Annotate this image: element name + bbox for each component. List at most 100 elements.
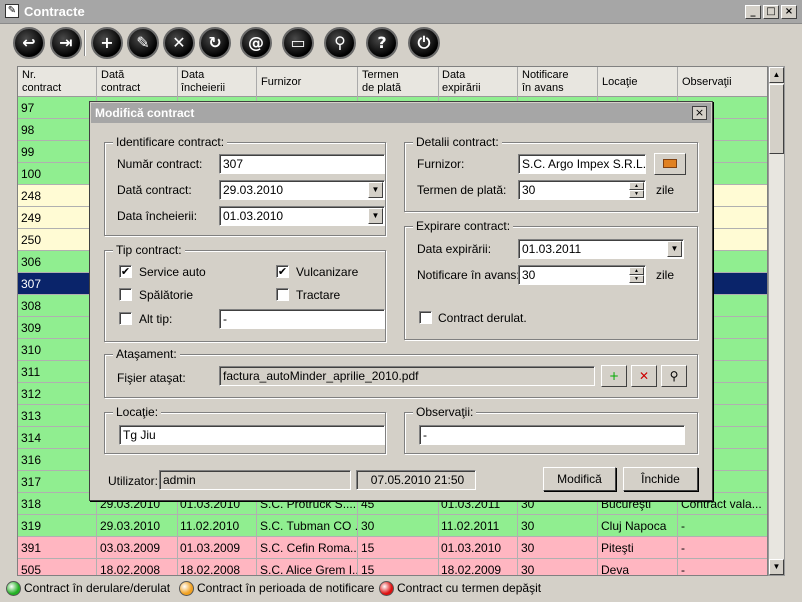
group-caption: Detalii contract: bbox=[413, 135, 502, 149]
expiry-date-picker[interactable]: 01.03.2011 ▼ bbox=[518, 239, 684, 259]
dialog-titlebar: Modifică contract × bbox=[91, 103, 711, 123]
vulcanizare-checkbox[interactable]: ✔ bbox=[276, 265, 289, 278]
add-attachment-button[interactable]: + bbox=[601, 365, 627, 387]
back-button[interactable]: ↩ bbox=[13, 27, 45, 59]
contract-number-label: Număr contract: bbox=[117, 157, 203, 171]
group-caption: Locaţie: bbox=[113, 405, 162, 419]
table-cell: 03.03.2009 bbox=[97, 537, 178, 559]
table-row[interactable]: 505 18.02.2008 18.02.2008 S.C. Alice Grem I… bbox=[18, 559, 767, 575]
expiry-date-value: 01.03.2011 bbox=[522, 242, 582, 256]
dialog-title: Modifică contract bbox=[95, 106, 195, 120]
column-header[interactable]: Nr. contract bbox=[18, 67, 97, 97]
table-cell: 18.02.2008 bbox=[177, 559, 257, 575]
column-header[interactable]: Termen de plată bbox=[358, 67, 439, 97]
refresh-icon: ↻ bbox=[208, 33, 222, 52]
contract-date-picker[interactable]: 29.03.2010 ▼ bbox=[219, 180, 385, 200]
close-dialog-button[interactable]: Închide bbox=[623, 467, 698, 491]
table-row[interactable]: 391 03.03.2009 01.03.2009 S.C. Cefin Roma..… bbox=[18, 537, 767, 559]
table-cell: 249 bbox=[18, 207, 97, 229]
table-cell: 01.03.2010 bbox=[438, 537, 518, 559]
close-button[interactable]: × bbox=[781, 5, 797, 19]
edit-contract-dialog: Modifică contract × Identificare contrac… bbox=[89, 101, 713, 501]
table-cell: 307 bbox=[18, 273, 97, 295]
contract-derulat-checkbox[interactable] bbox=[419, 311, 432, 324]
table-cell: S.C. Tubman CO ... bbox=[257, 515, 358, 537]
email-button[interactable]: @ bbox=[240, 27, 272, 59]
refresh-button[interactable]: ↻ bbox=[199, 27, 231, 59]
table-cell: 30 bbox=[518, 515, 598, 537]
help-button[interactable]: ? bbox=[366, 27, 398, 59]
chevron-down-icon[interactable]: ▼ bbox=[368, 208, 383, 224]
table-cell: 100 bbox=[18, 163, 97, 185]
spin-up-icon[interactable]: ▲ bbox=[629, 267, 644, 275]
list-icon bbox=[663, 159, 677, 168]
power-button[interactable]: ⏻ bbox=[408, 27, 440, 59]
scroll-down-icon[interactable]: ▼ bbox=[769, 559, 784, 575]
vertical-scrollbar[interactable]: ▲ ▼ bbox=[768, 66, 785, 576]
user-label: Utilizator: bbox=[108, 474, 159, 488]
attached-file-label: Fişier ataşat: bbox=[117, 371, 186, 385]
alt-tip-checkbox[interactable] bbox=[119, 312, 132, 325]
chevron-down-icon[interactable]: ▼ bbox=[368, 182, 383, 198]
payment-term-stepper[interactable]: 30 ▲ ▼ bbox=[518, 180, 646, 200]
view-attachment-button[interactable]: ⚲ bbox=[661, 365, 687, 387]
group-identificare: Identificare contract: Număr contract: 3… bbox=[104, 135, 386, 236]
delete-button[interactable]: ✕ bbox=[163, 27, 195, 59]
toolbar-separator bbox=[84, 30, 86, 56]
table-cell: 29.03.2010 bbox=[97, 515, 178, 537]
column-header[interactable]: Furnizor bbox=[257, 67, 358, 97]
print-icon: ▭ bbox=[290, 33, 306, 52]
notification-stepper[interactable]: 30 ▲ ▼ bbox=[518, 265, 646, 285]
legend-active: Contract în derulare/derulat bbox=[24, 581, 171, 595]
spin-up-icon[interactable]: ▲ bbox=[629, 182, 644, 190]
spalatorie-label: Spălătorie bbox=[139, 288, 194, 302]
payment-term-value: 30 bbox=[522, 183, 536, 197]
maximize-button[interactable]: □ bbox=[763, 5, 779, 19]
remove-attachment-button[interactable]: ✕ bbox=[631, 365, 657, 387]
user-field: admin bbox=[159, 470, 351, 490]
red-dot-icon bbox=[379, 581, 394, 596]
scroll-up-icon[interactable]: ▲ bbox=[769, 67, 784, 83]
print-button[interactable]: ▭ bbox=[282, 27, 314, 59]
modify-button[interactable]: Modifică bbox=[543, 467, 616, 491]
help-icon: ? bbox=[377, 33, 387, 52]
supplier-lookup-button[interactable] bbox=[654, 153, 686, 175]
column-header[interactable]: Data încheierii bbox=[177, 67, 257, 97]
contract-number-input[interactable]: 307 bbox=[219, 154, 385, 174]
table-row[interactable]: 319 29.03.2010 11.02.2010 S.C. Tubman CO ..… bbox=[18, 515, 767, 537]
attached-file-input[interactable]: factura_autoMinder_aprilie_2010.pdf bbox=[219, 366, 595, 386]
search-button[interactable]: ⚲ bbox=[324, 27, 356, 59]
delete-icon: ✕ bbox=[172, 33, 186, 52]
spin-down-icon[interactable]: ▼ bbox=[629, 275, 644, 283]
group-tip-contract: Tip contract: ✔ Service auto ✔ Vulcaniza… bbox=[104, 243, 386, 342]
group-caption: Observaţii: bbox=[413, 405, 477, 419]
chevron-down-icon[interactable]: ▼ bbox=[667, 241, 682, 257]
status-legend: Contract în derulare/derulat Contract în… bbox=[0, 577, 802, 602]
orange-dot-icon bbox=[179, 581, 194, 596]
observations-input[interactable]: - bbox=[419, 425, 685, 445]
delete-file-icon: ✕ bbox=[638, 369, 650, 383]
alt-tip-input[interactable]: - bbox=[219, 309, 385, 329]
column-header[interactable]: Observaţii bbox=[678, 67, 767, 97]
supplier-input[interactable]: S.C. Argo Impex S.R.L. bbox=[518, 154, 646, 174]
table-cell: 30 bbox=[518, 537, 598, 559]
add-button[interactable]: + bbox=[91, 27, 123, 59]
datetime-field: 07.05.2010 21:50 bbox=[356, 470, 476, 490]
group-caption: Ataşament: bbox=[113, 347, 180, 361]
column-header[interactable]: Notificare în avans bbox=[518, 67, 598, 97]
column-header[interactable]: Locaţie bbox=[598, 67, 678, 97]
dialog-close-button[interactable]: × bbox=[692, 106, 707, 120]
export-button[interactable]: ⇥ bbox=[50, 27, 82, 59]
location-input[interactable]: Tg Jiu bbox=[119, 425, 385, 445]
conclusion-date-picker[interactable]: 01.03.2010 ▼ bbox=[219, 206, 385, 226]
minimize-button[interactable]: _ bbox=[745, 5, 761, 19]
tractare-checkbox[interactable] bbox=[276, 288, 289, 301]
edit-button[interactable]: ✎ bbox=[127, 27, 159, 59]
service-auto-checkbox[interactable]: ✔ bbox=[119, 265, 132, 278]
table-header: Nr. contract Dată contract Data încheierii… bbox=[18, 67, 767, 97]
scroll-thumb[interactable] bbox=[769, 84, 784, 154]
column-header[interactable]: Data expirării bbox=[438, 67, 518, 97]
column-header[interactable]: Dată contract bbox=[97, 67, 178, 97]
spin-down-icon[interactable]: ▼ bbox=[629, 190, 644, 198]
spalatorie-checkbox[interactable] bbox=[119, 288, 132, 301]
